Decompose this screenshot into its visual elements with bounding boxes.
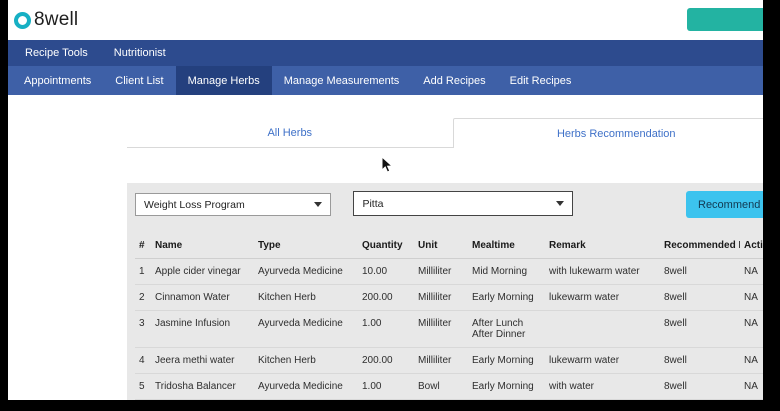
- cell-num: 2: [135, 284, 151, 311]
- cell-quantity: 1.00: [358, 373, 414, 400]
- cell-mealtime: Early Morning: [468, 347, 545, 374]
- nav-item-manage-measurements[interactable]: Manage Measurements: [272, 66, 412, 95]
- col-header-remark: Remark: [545, 233, 660, 259]
- cell-remark: lukewarm water: [545, 347, 660, 374]
- cell-type: Kitchen Herb: [254, 284, 358, 311]
- cell-remark: with water: [545, 373, 660, 400]
- herbs-table: # Name Type Quantity Unit Mealtime Remar…: [135, 233, 772, 400]
- logo: 8well: [14, 9, 78, 31]
- table-row: 1 Apple cider vinegar Ayurveda Medicine …: [135, 258, 772, 285]
- recommendation-panel: Weight Loss Program Pitta Recommend Herb…: [127, 183, 780, 400]
- table-row: 4 Jeera methi water Kitchen Herb 200.00 …: [135, 347, 772, 374]
- cell-type: Ayurveda Medicine: [254, 258, 358, 285]
- cell-name: Cinnamon Water: [151, 284, 254, 311]
- cell-quantity: 10.00: [358, 258, 414, 285]
- tab-herbs-recommendation[interactable]: Herbs Recommendation: [452, 118, 780, 148]
- program-select-value: Weight Loss Program: [144, 198, 245, 211]
- cell-unit: Milliliter: [414, 258, 468, 285]
- cell-unit: Milliliter: [414, 284, 468, 311]
- col-header-quantity: Quantity: [358, 233, 414, 259]
- cell-name: Apple cider vinegar: [151, 258, 254, 285]
- col-header-unit: Unit: [414, 233, 468, 259]
- tab-bar: All Herbs Herbs Recommendation: [127, 118, 780, 148]
- cell-recommended-by: 8well: [660, 347, 740, 374]
- cell-recommended-by: 8well: [660, 373, 740, 400]
- cell-num: 4: [135, 347, 151, 374]
- col-header-num: #: [135, 233, 151, 259]
- cell-type: Ayurveda Medicine: [254, 373, 358, 400]
- tabs-area: All Herbs Herbs Recommendation: [8, 95, 780, 183]
- cell-name: Jeera methi water: [151, 347, 254, 374]
- cell-num: 1: [135, 258, 151, 285]
- primary-nav: Recipe Tools Nutritionist: [8, 40, 780, 66]
- col-header-recommended-by: Recommended By: [660, 233, 740, 259]
- table-row: 3 Jasmine Infusion Ayurveda Medicine 1.0…: [135, 310, 772, 348]
- cell-recommended-by: 8well: [660, 284, 740, 311]
- table-header-row: # Name Type Quantity Unit Mealtime Remar…: [135, 233, 772, 259]
- letterbox-right: [763, 0, 780, 411]
- cell-quantity: 200.00: [358, 347, 414, 374]
- cell-mealtime: Mid Morning: [468, 258, 545, 285]
- cell-recommended-by: 8well: [660, 310, 740, 348]
- cell-unit: Milliliter: [414, 310, 468, 348]
- table-row: 2 Cinnamon Water Kitchen Herb 200.00 Mil…: [135, 284, 772, 311]
- cell-remark: with lukewarm water: [545, 258, 660, 285]
- nav-item-nutritionist[interactable]: Nutritionist: [101, 40, 179, 66]
- cell-mealtime: Early Morning: [468, 284, 545, 311]
- filter-controls: Weight Loss Program Pitta Recommend Herb…: [135, 191, 780, 221]
- nav-item-client-list[interactable]: Client List: [103, 66, 175, 95]
- nav-item-edit-recipes[interactable]: Edit Recipes: [498, 66, 584, 95]
- mouse-cursor-icon: [379, 155, 395, 179]
- cell-mealtime: After Lunch After Dinner: [468, 310, 545, 348]
- letterbox-left: [0, 0, 8, 411]
- dosha-select-value: Pitta: [362, 197, 384, 210]
- cell-unit: Bowl: [414, 373, 468, 400]
- secondary-nav: Appointments Client List Manage Herbs Ma…: [8, 66, 780, 95]
- app-window: 8well Recipe Tools Nutritionist Appointm…: [0, 0, 780, 411]
- nav-item-manage-herbs[interactable]: Manage Herbs: [175, 66, 272, 95]
- col-header-mealtime: Mealtime: [468, 233, 545, 259]
- top-header: 8well: [8, 0, 780, 40]
- cell-num: 3: [135, 310, 151, 348]
- nav-item-add-recipes[interactable]: Add Recipes: [411, 66, 497, 95]
- chevron-down-icon: [314, 202, 322, 207]
- cell-remark: [545, 310, 660, 348]
- app-content: 8well Recipe Tools Nutritionist Appointm…: [8, 0, 780, 400]
- program-select[interactable]: Weight Loss Program: [135, 193, 331, 216]
- cell-unit: Milliliter: [414, 347, 468, 374]
- logo-icon: [14, 11, 31, 29]
- cell-quantity: 1.00: [358, 310, 414, 348]
- cell-type: Kitchen Herb: [254, 347, 358, 374]
- dosha-select[interactable]: Pitta: [353, 191, 574, 216]
- logo-text: 8well: [34, 9, 79, 30]
- cell-name: Tridosha Balancer: [151, 373, 254, 400]
- nav-item-recipe-tools[interactable]: Recipe Tools: [12, 40, 101, 66]
- letterbox-bottom: [0, 400, 780, 411]
- tab-all-herbs[interactable]: All Herbs: [127, 118, 453, 148]
- table-row: 5 Tridosha Balancer Ayurveda Medicine 1.…: [135, 373, 772, 400]
- cell-name: Jasmine Infusion: [151, 310, 254, 348]
- cell-num: 5: [135, 373, 151, 400]
- cell-mealtime: Early Morning: [468, 373, 545, 400]
- nav-item-appointments[interactable]: Appointments: [12, 66, 103, 95]
- col-header-type: Type: [254, 233, 358, 259]
- chevron-down-icon: [556, 201, 565, 206]
- cell-quantity: 200.00: [358, 284, 414, 311]
- cell-recommended-by: 8well: [660, 258, 740, 285]
- cell-type: Ayurveda Medicine: [254, 310, 358, 348]
- col-header-name: Name: [151, 233, 254, 259]
- cell-remark: lukewarm water: [545, 284, 660, 311]
